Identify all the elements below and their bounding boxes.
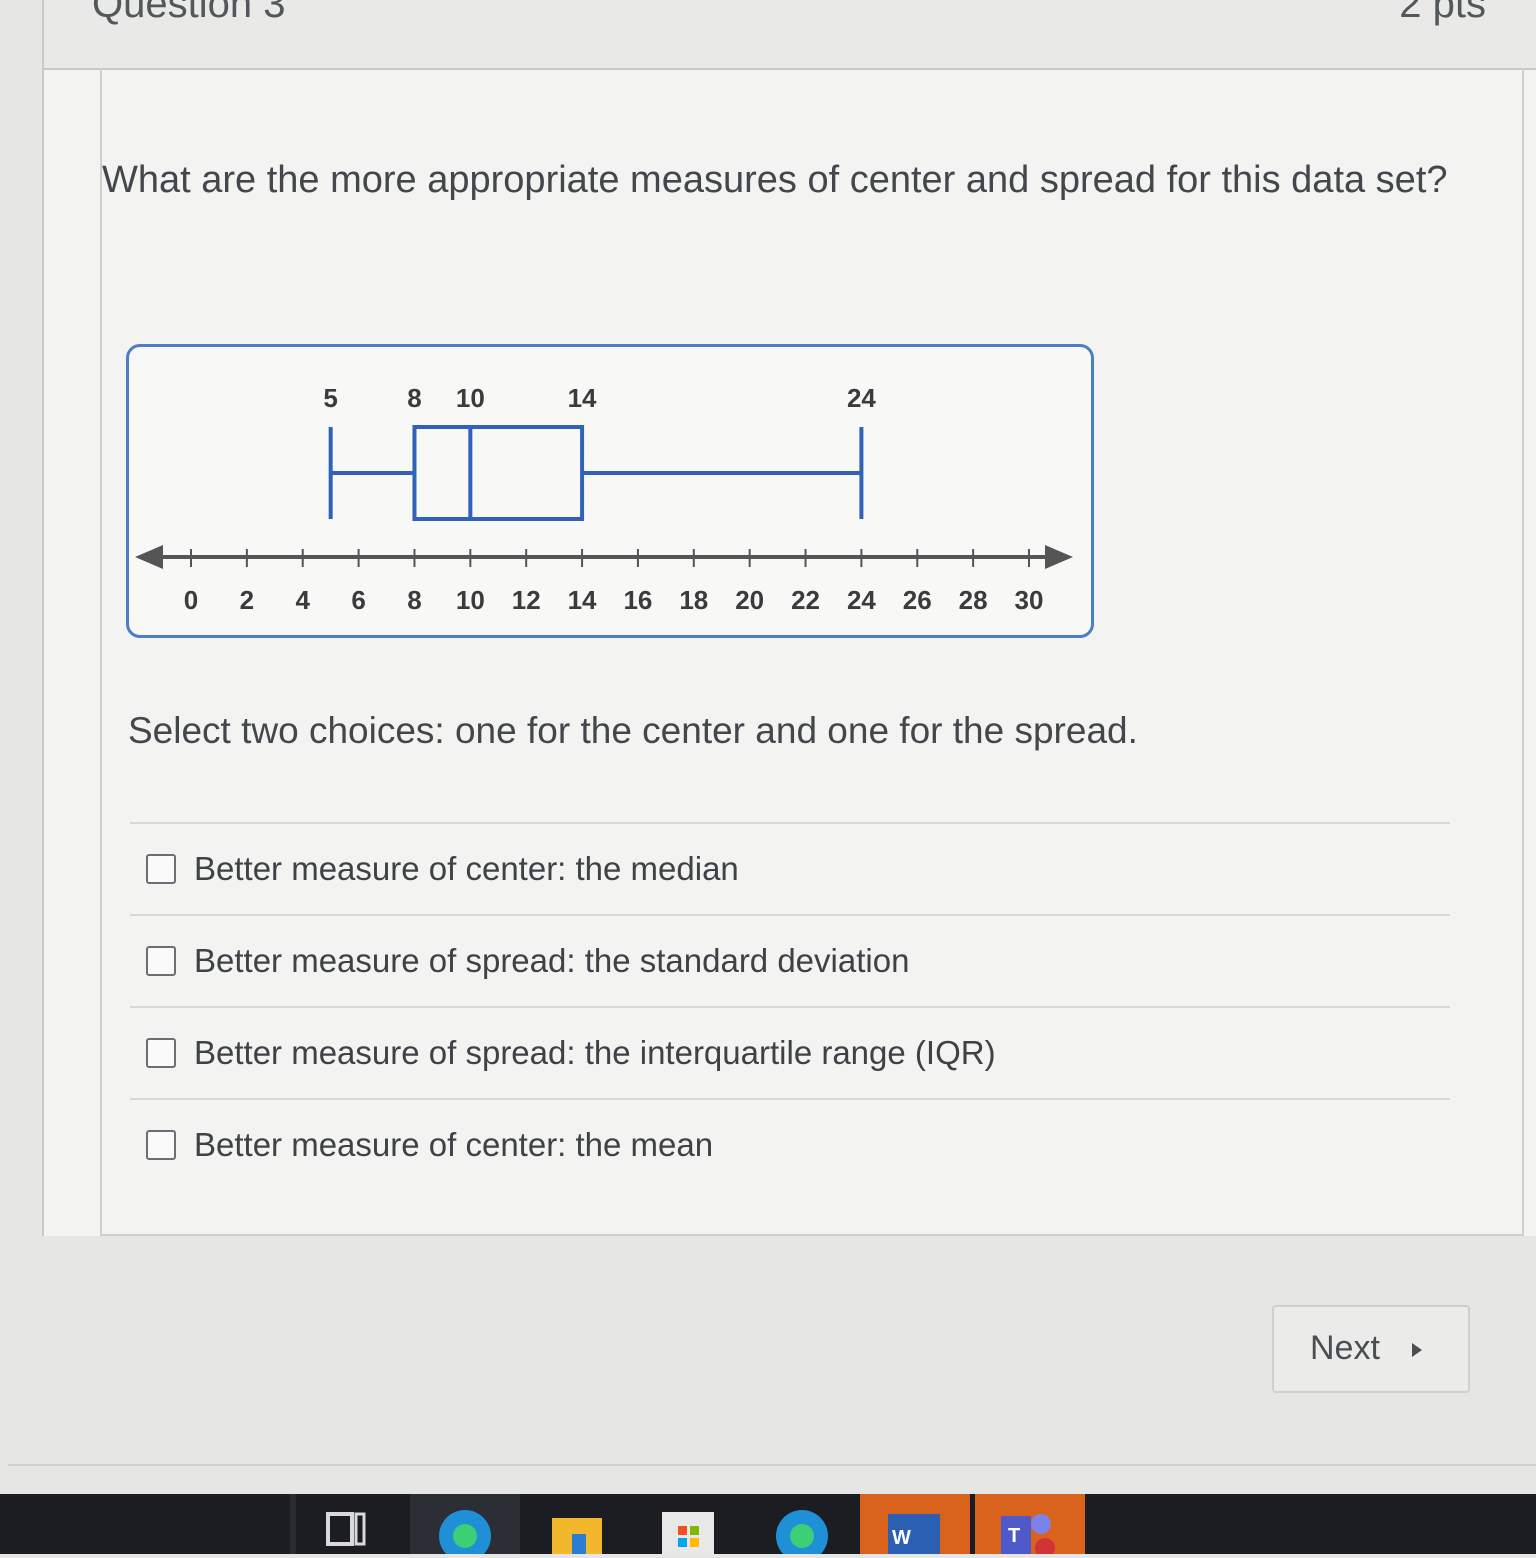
choice-option[interactable]: Better measure of center: the mean [130, 1098, 1450, 1190]
tick-label: 8 [407, 585, 421, 615]
tick-label: 4 [295, 585, 310, 615]
question-title: Question 3 [92, 0, 286, 26]
question-body: What are the more appropriate measures o… [100, 68, 1524, 1236]
iqr-box [412, 425, 585, 521]
choice-label[interactable]: Better measure of spread: the standard d… [194, 942, 909, 980]
tick-label: 0 [184, 585, 198, 615]
task-view-glyph [326, 1512, 366, 1546]
tick-label: 18 [679, 585, 708, 615]
question-header: Question 3 2 pts [44, 0, 1536, 70]
tick-label: 14 [568, 585, 597, 615]
taskbar: W T [0, 1494, 1536, 1558]
edge-glyph [439, 1510, 491, 1558]
question-card: Question 3 2 pts What are the more appro… [42, 0, 1536, 1236]
edge-icon[interactable] [760, 1494, 850, 1558]
tick-label: 22 [791, 585, 820, 615]
checkbox[interactable] [146, 946, 176, 976]
question-text: What are the more appropriate measures o… [102, 159, 1448, 201]
box-plot-svg: 0 2 4 6 8 10 12 14 16 18 20 22 24 26 28 305 8 10 14 24 [135, 383, 1073, 615]
file-explorer-icon[interactable] [530, 1494, 630, 1554]
choice-option[interactable]: Better measure of center: the median [130, 822, 1450, 914]
next-button[interactable]: Next [1272, 1305, 1470, 1393]
teams-icon[interactable]: T [975, 1494, 1085, 1558]
tick-label: 10 [456, 585, 485, 615]
store-glyph [662, 1512, 714, 1554]
answer-choices: Better measure of center: the median Bet… [130, 822, 1450, 1190]
question-points: 2 pts [1399, 0, 1486, 26]
word-icon[interactable]: W [860, 1494, 970, 1554]
edge-icon[interactable] [410, 1494, 520, 1558]
value-label: 5 [323, 383, 337, 413]
checkbox[interactable] [146, 1130, 176, 1160]
tick-label: 24 [847, 585, 876, 615]
value-label: 10 [456, 383, 485, 413]
teams-glyph: T [1001, 1514, 1055, 1558]
tick-label: 6 [351, 585, 365, 615]
value-label: 24 [847, 383, 876, 413]
task-view-icon[interactable] [310, 1494, 390, 1554]
box-plot-chart: 0 2 4 6 8 10 12 14 16 18 20 22 24 26 28 30 5 8 10 14 24 [126, 344, 1094, 638]
choice-option[interactable]: Better measure of spread: the standard d… [130, 914, 1450, 1006]
axis-arrow-right [1045, 545, 1073, 569]
choice-option[interactable]: Better measure of spread: the interquart… [130, 1006, 1450, 1098]
choice-label[interactable]: Better measure of center: the median [194, 850, 739, 888]
instruction-text: Select two choices: one for the center a… [128, 710, 1138, 751]
tick-label: 16 [623, 585, 652, 615]
edge-glyph [776, 1510, 828, 1558]
value-label: 14 [568, 383, 597, 413]
teams-letter: T [1008, 1525, 1020, 1547]
next-label: Next [1310, 1329, 1380, 1367]
choice-label[interactable]: Better measure of spread: the interquart… [194, 1034, 996, 1072]
taskbar-edge [290, 1494, 296, 1554]
tick-label: 12 [512, 585, 541, 615]
tick-label: 28 [959, 585, 988, 615]
microsoft-store-icon[interactable] [640, 1494, 740, 1554]
checkbox[interactable] [146, 1038, 176, 1068]
triangle-right-icon [1412, 1343, 1422, 1357]
folder-glyph [552, 1518, 602, 1554]
checkbox[interactable] [146, 854, 176, 884]
tick-label: 20 [735, 585, 764, 615]
word-glyph: W [888, 1514, 940, 1554]
word-letter: W [892, 1527, 911, 1549]
choice-label[interactable]: Better measure of center: the mean [194, 1126, 713, 1164]
value-label: 8 [407, 383, 421, 413]
footer-divider [8, 1464, 1536, 1466]
tick-label: 2 [240, 585, 254, 615]
axis-arrow-left [135, 545, 163, 569]
tick-label: 30 [1015, 585, 1044, 615]
tick-label: 26 [903, 585, 932, 615]
